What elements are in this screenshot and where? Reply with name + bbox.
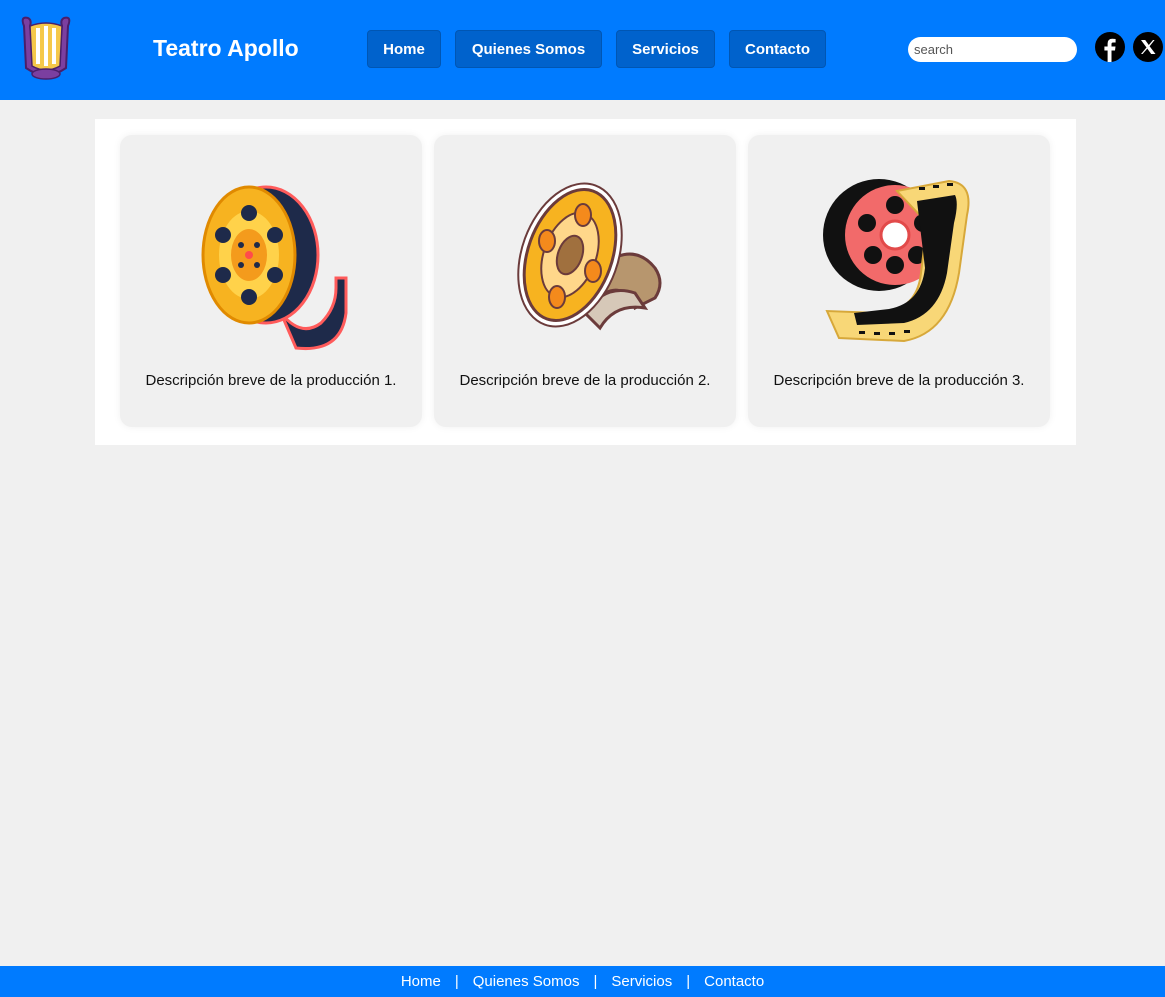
site-title: Teatro Apollo <box>153 35 299 61</box>
nav-servicios-button[interactable]: Servicios <box>616 30 715 68</box>
header: Teatro Apollo Home Quienes Somos Servici… <box>0 0 1165 100</box>
production-description: Descripción breve de la producción 1. <box>145 372 397 389</box>
film-reel-icon <box>517 182 662 331</box>
nav-quienes-somos-button[interactable]: Quienes Somos <box>455 30 602 68</box>
nav-contacto-button[interactable]: Contacto <box>729 30 826 68</box>
film-reel-icon <box>823 179 970 343</box>
footer-separator: | <box>686 973 691 990</box>
production-card[interactable]: Descripción breve de la producción 2. <box>434 135 736 427</box>
production-description: Descripción breve de la producción 3. <box>773 372 1025 389</box>
film-reel-icon <box>201 185 348 351</box>
nav-home-button[interactable]: Home <box>367 30 441 68</box>
lyre-icon[interactable] <box>16 12 76 84</box>
production-card[interactable]: Descripción breve de la producción 3. <box>748 135 1050 427</box>
production-description: Descripción breve de la producción 2. <box>459 372 711 389</box>
footer-link-contacto[interactable]: Contacto <box>704 973 764 990</box>
footer-separator: | <box>454 973 459 990</box>
footer-link-quienes-somos[interactable]: Quienes Somos <box>473 973 580 990</box>
x-icon[interactable] <box>1133 32 1163 62</box>
search-input[interactable] <box>908 37 1077 62</box>
footer-link-servicios[interactable]: Servicios <box>611 973 672 990</box>
facebook-icon[interactable] <box>1095 32 1125 62</box>
footer-link-home[interactable]: Home <box>401 973 441 990</box>
footer-separator: | <box>593 973 598 990</box>
production-card[interactable]: Descripción breve de la producción 1. <box>120 135 422 427</box>
footer: Home | Quienes Somos | Servicios | Conta… <box>0 966 1165 997</box>
